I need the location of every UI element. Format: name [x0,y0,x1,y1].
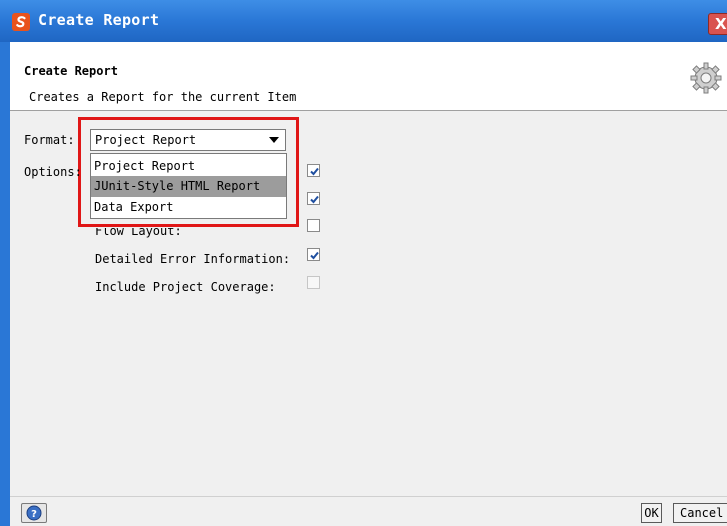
close-icon: X [715,15,727,33]
help-button[interactable]: ? [21,503,47,523]
highlight-annotation-box [78,117,299,227]
checkmark-icon [310,167,319,176]
project-coverage-checkbox [307,276,320,289]
detailed-error-checkbox[interactable] [307,248,320,261]
help-icon: ? [26,505,42,521]
format-label: Format: [24,133,75,147]
cancel-button[interactable]: Cancel [673,503,727,523]
ok-button[interactable]: OK [641,503,662,523]
gears-icon [690,62,722,94]
header-description: Creates a Report for the current Item [29,90,297,104]
option-2-checkbox[interactable] [307,192,320,205]
option-detailed-error-label: Detailed Error Information: [95,252,291,266]
dialog-header: Create Report Creates a Report for the c… [10,42,727,111]
checkmark-icon [310,195,319,204]
title-bar[interactable]: Create Report X [0,0,727,42]
dialog-footer [10,496,727,526]
option-project-coverage-label: Include Project Coverage: [95,280,276,294]
close-button[interactable]: X [708,13,727,35]
window-frame-left [0,42,10,526]
flow-layout-checkbox[interactable] [307,219,320,232]
option-1-checkbox[interactable] [307,164,320,177]
window-title: Create Report [38,11,160,29]
header-title: Create Report [24,64,118,78]
checkmark-icon [310,251,319,260]
soapui-app-icon [12,13,30,31]
options-label: Options: [24,165,82,179]
create-report-dialog: Create Report X Create Report Creates a … [0,0,727,526]
svg-text:?: ? [31,509,37,520]
